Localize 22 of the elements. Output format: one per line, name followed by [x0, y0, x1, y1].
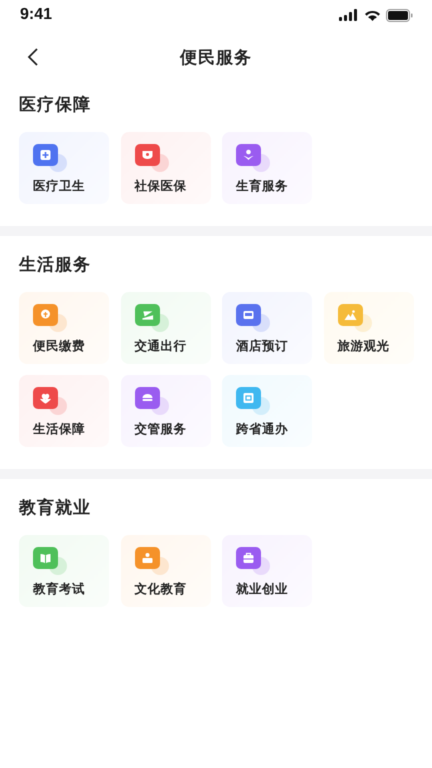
service-tile[interactable]: 生活保障: [19, 375, 109, 447]
page-title: 便民服务: [180, 46, 252, 68]
service-tile[interactable]: 社保医保: [120, 132, 210, 204]
service-tile[interactable]: 生育服务: [222, 132, 312, 204]
service-tile[interactable]: 旅游观光: [324, 292, 414, 364]
service-tile[interactable]: 就业创业: [222, 535, 312, 607]
service-tile[interactable]: 交通出行: [120, 292, 210, 364]
section-title: 教育就业: [19, 497, 92, 520]
service-tile[interactable]: 交管服务: [120, 375, 210, 447]
back-icon[interactable]: [27, 48, 39, 66]
section-title: 生活服务: [19, 254, 92, 277]
service-tile[interactable]: 文化教育: [120, 535, 210, 607]
service-tile[interactable]: 医疗卫生: [19, 132, 109, 204]
signal-icon: [339, 9, 359, 21]
battery-icon: [386, 8, 413, 22]
wifi-icon: [364, 9, 381, 21]
service-tile[interactable]: 便民缴费: [19, 292, 109, 364]
service-tile[interactable]: 酒店预订: [222, 292, 312, 364]
service-tile[interactable]: 教育考试: [19, 535, 109, 607]
status-time: 9:41: [20, 6, 52, 24]
section-title: 医疗保障: [19, 94, 92, 117]
service-tile[interactable]: 跨省通办: [222, 375, 312, 447]
